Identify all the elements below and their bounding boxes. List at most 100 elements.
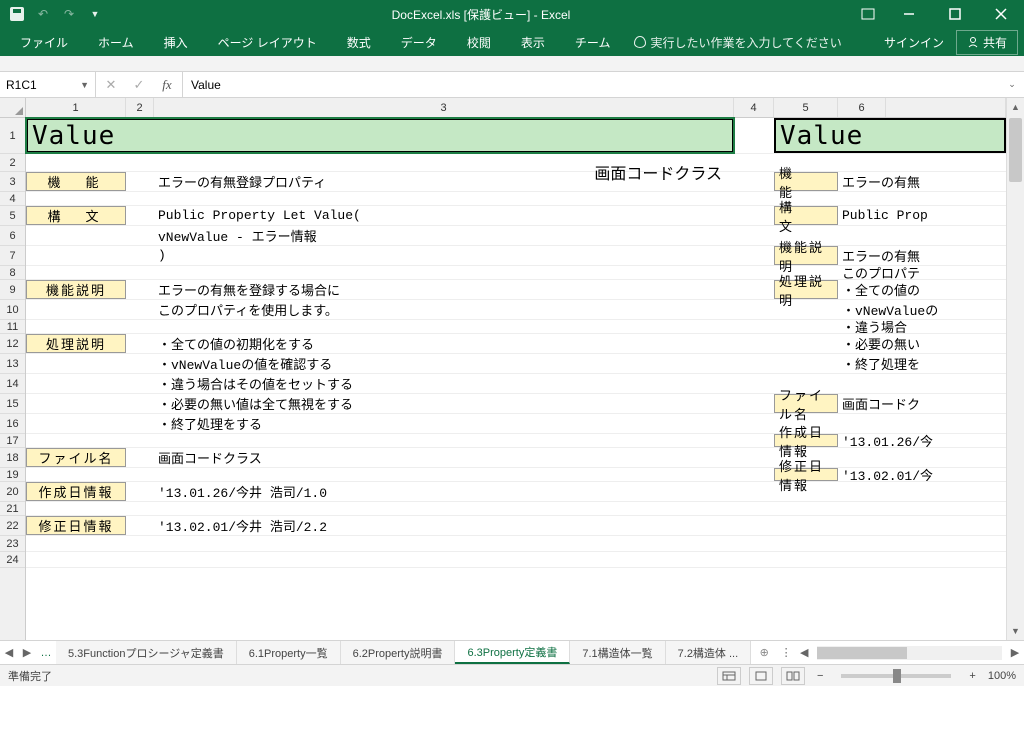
tab-formula[interactable]: 数式 [333,28,385,57]
col-header[interactable]: 1 [26,98,126,117]
cell[interactable]: '13.01.26/今 [838,434,1006,447]
cell[interactable]: 処理説明 [26,334,126,353]
cell[interactable]: 画面コードク [838,394,1006,413]
tab-menu-icon[interactable]: ⋮ [777,641,795,664]
cell[interactable]: エラーの有無 [838,172,1006,191]
row-header[interactable]: 19 [0,468,25,482]
cell[interactable]: 画面コードクラス [154,448,734,467]
cell[interactable]: 機 能 [774,172,838,191]
close-button[interactable] [978,0,1024,28]
zoom-in-icon[interactable]: + [965,670,979,682]
tab-data[interactable]: データ [387,28,451,57]
cell[interactable]: ・必要の無い値は全て無視をする [154,394,734,413]
cell[interactable]: ・vNewValueの値を確認する [154,354,734,373]
formula-bar[interactable]: Value [183,72,1000,97]
redo-icon[interactable]: ↷ [60,5,78,23]
row-header[interactable]: 4 [0,192,25,206]
enter-formula-icon[interactable]: ✓ [128,77,150,93]
cell[interactable]: Public Property Let Value( [154,206,734,225]
col-header[interactable]: 4 [734,98,774,117]
scrollbar-thumb[interactable] [1009,118,1022,182]
row-header[interactable]: 1 [0,118,25,154]
signin-button[interactable]: サインイン [874,30,954,55]
new-sheet-icon[interactable]: ⊕ [751,641,777,664]
row-header[interactable]: 11 [0,320,25,334]
row-header[interactable]: 7 [0,246,25,266]
tab-home[interactable]: ホーム [84,28,148,57]
select-all-corner[interactable] [0,98,26,118]
cell[interactable]: 機 能 [26,172,126,191]
cell[interactable]: このプロパテ [838,266,1006,279]
cell[interactable]: エラーの有無を登録する場合に [154,280,734,299]
col-header[interactable]: 6 [838,98,886,117]
row-header[interactable]: 22 [0,516,25,536]
row-header[interactable]: 8 [0,266,25,280]
minimize-button[interactable] [886,0,932,28]
sheet-tab[interactable]: 5.3Functionプロシージャ定義書 [56,641,237,664]
row-header[interactable]: 2 [0,154,25,172]
cell[interactable]: ・vNewValueの [838,300,1006,319]
cell[interactable]: 機能説明 [774,246,838,265]
page-break-view-icon[interactable] [781,667,805,685]
qat-customize-icon[interactable]: ▼ [86,5,104,23]
cell[interactable]: エラーの有無 [838,246,1006,265]
ribbon-display-icon[interactable] [850,8,886,20]
cell[interactable]: ・必要の無い [838,334,1006,353]
row-header[interactable]: 21 [0,502,25,516]
cell[interactable]: vNewValue - エラー情報 [154,226,734,245]
row-header[interactable]: 23 [0,536,25,552]
tab-scroll-right-icon[interactable]: ▶ [18,641,36,664]
maximize-button[interactable] [932,0,978,28]
zoom-out-icon[interactable]: − [813,670,827,682]
page-layout-view-icon[interactable] [749,667,773,685]
row-header[interactable]: 24 [0,552,25,568]
row-header[interactable]: 18 [0,448,25,468]
save-icon[interactable] [8,5,26,23]
zoom-slider[interactable] [841,674,951,678]
cell[interactable]: このプロパティを使用します。 [154,300,734,319]
cell[interactable]: 構 文 [26,206,126,225]
row-header[interactable]: 16 [0,414,25,434]
cell[interactable]: ファイル名 [26,448,126,467]
cell[interactable]: 構 文 [774,206,838,225]
col-header[interactable]: 2 [126,98,154,117]
tab-file[interactable]: ファイル [6,28,82,57]
tab-layout[interactable]: ページ レイアウト [204,28,331,57]
col-header[interactable]: 5 [774,98,838,117]
row-header[interactable]: 6 [0,226,25,246]
cancel-formula-icon[interactable]: ✕ [100,77,122,93]
row-header[interactable]: 14 [0,374,25,394]
zoom-value[interactable]: 100% [988,670,1016,682]
fx-icon[interactable]: fx [156,77,178,93]
tell-me-input[interactable]: 実行したい作業を入力してください [634,34,841,51]
row-header[interactable]: 15 [0,394,25,414]
share-button[interactable]: 共有 [956,30,1018,55]
tab-team[interactable]: チーム [561,28,625,57]
sheet-tab[interactable]: 7.2構造体 ... [666,641,752,664]
cell[interactable]: '13.02.01/今 [838,468,1006,481]
undo-icon[interactable]: ↶ [34,5,52,23]
tab-review[interactable]: 校閲 [453,28,505,57]
cell[interactable]: 修正日情報 [26,516,126,535]
scroll-up-icon[interactable]: ▲ [1007,98,1024,116]
cell[interactable]: '13.01.26/今井 浩司/1.0 [154,482,734,501]
sheet-tab-active[interactable]: 6.3Property定義書 [455,641,570,664]
cell[interactable]: Public Prop [838,206,1006,225]
name-box[interactable]: R1C1▼ [0,72,96,97]
sheet-tab[interactable]: 6.1Property一覧 [237,641,341,664]
horizontal-scrollbar[interactable]: ◀▶ [795,641,1024,664]
col-header[interactable]: 3 [154,98,734,117]
cell[interactable]: ・全ての値の初期化をする [154,334,734,353]
cell[interactable]: 作成日情報 [774,434,838,447]
normal-view-icon[interactable] [717,667,741,685]
cell[interactable]: Value [774,118,1006,153]
cell[interactable]: ・終了処理を [838,354,1006,373]
cell[interactable]: 処理説明 [774,280,838,299]
cell[interactable]: ・全ての値の [838,280,1006,299]
cell[interactable]: Value [26,118,734,153]
spreadsheet-grid[interactable]: 123456 123456789101112131415161718192021… [0,98,1024,640]
cell[interactable]: ファイル名 [774,394,838,413]
cell[interactable]: ) [154,246,734,265]
cell[interactable]: ・違う場合 [838,320,1006,333]
tab-scroll-more-icon[interactable]: … [36,641,56,664]
